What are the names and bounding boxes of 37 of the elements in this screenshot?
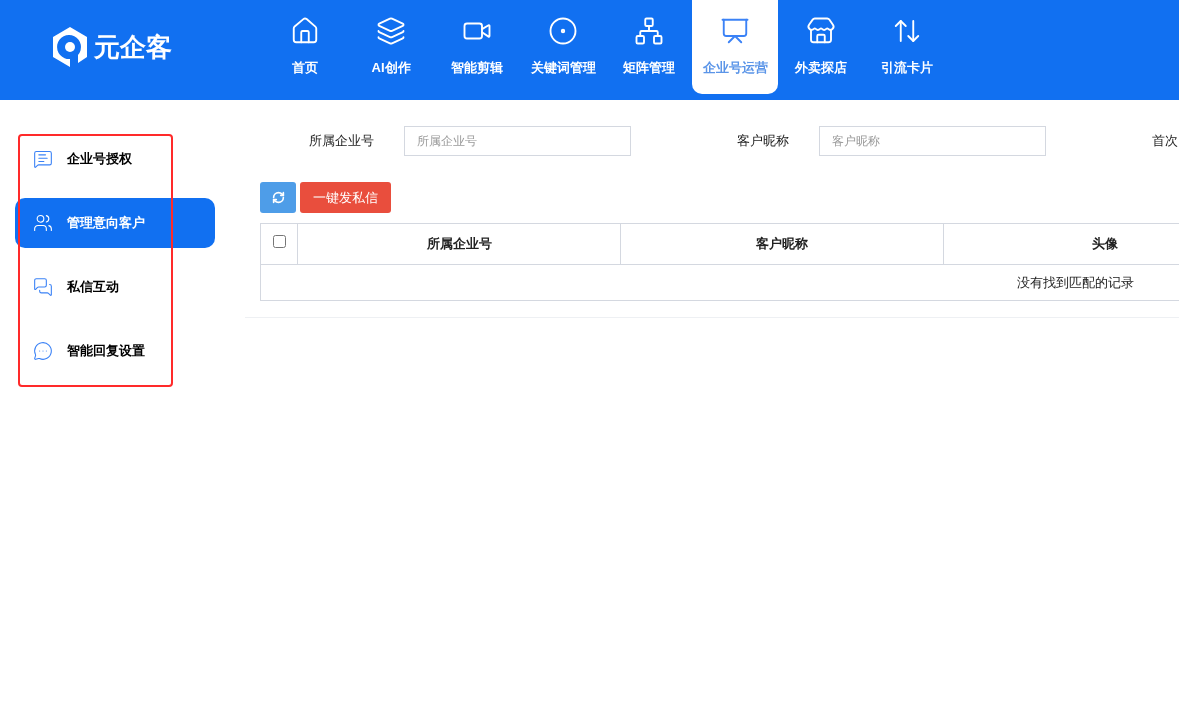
refresh-button[interactable] — [260, 182, 296, 213]
speech-bubble-icon — [33, 149, 53, 169]
nav-tab[interactable]: 智能剪辑 — [434, 0, 520, 94]
sidebar-item[interactable]: 企业号授权 — [15, 134, 215, 184]
nav-tab[interactable]: 外卖探店 — [778, 0, 864, 94]
empty-message: 没有找到匹配的记录 — [1016, 273, 1134, 292]
filter-input[interactable]: 所属企业号 — [404, 126, 631, 156]
nav-tab[interactable]: 矩阵管理 — [606, 0, 692, 94]
layers-icon — [376, 16, 406, 46]
select-all-checkbox[interactable] — [272, 235, 286, 248]
nav-tab[interactable]: 首页 — [262, 0, 348, 94]
filter-label: 客户昵称 — [737, 132, 789, 151]
sidebar-item[interactable]: 智能回复设置 — [15, 326, 215, 376]
sidebar-item[interactable]: 管理意向客户 — [15, 198, 215, 248]
hierarchy-icon — [634, 16, 664, 46]
refresh-icon — [271, 191, 285, 204]
logo-text: 元企客 — [94, 30, 172, 64]
sidebar-item[interactable]: 私信互动 — [15, 262, 215, 312]
column-header: 客户昵称 — [621, 224, 944, 264]
column-header: 头像 — [944, 224, 1179, 264]
storefront-icon — [806, 16, 836, 46]
chat-bubbles-icon — [33, 277, 53, 297]
presentation-board-icon — [720, 16, 750, 46]
nav-tab[interactable]: 引流卡片 — [864, 0, 950, 94]
logo-icon — [50, 25, 90, 69]
users-icon — [33, 213, 53, 233]
nav-tab[interactable]: 关键词管理 — [520, 0, 606, 94]
nav-tab[interactable]: AI创作 — [348, 0, 434, 94]
column-header: 所属企业号 — [298, 224, 621, 264]
chat-dots-icon — [33, 341, 53, 361]
home-icon — [290, 16, 320, 46]
send-message-button[interactable]: 一键发私信 — [300, 182, 391, 213]
target-icon — [548, 16, 578, 46]
filter-label: 所属企业号 — [309, 132, 374, 151]
filter-input[interactable]: 客户昵称 — [819, 126, 1046, 156]
nav-tab[interactable]: 企业号运营 — [692, 0, 778, 94]
filter-label: 首次 — [1152, 132, 1178, 151]
